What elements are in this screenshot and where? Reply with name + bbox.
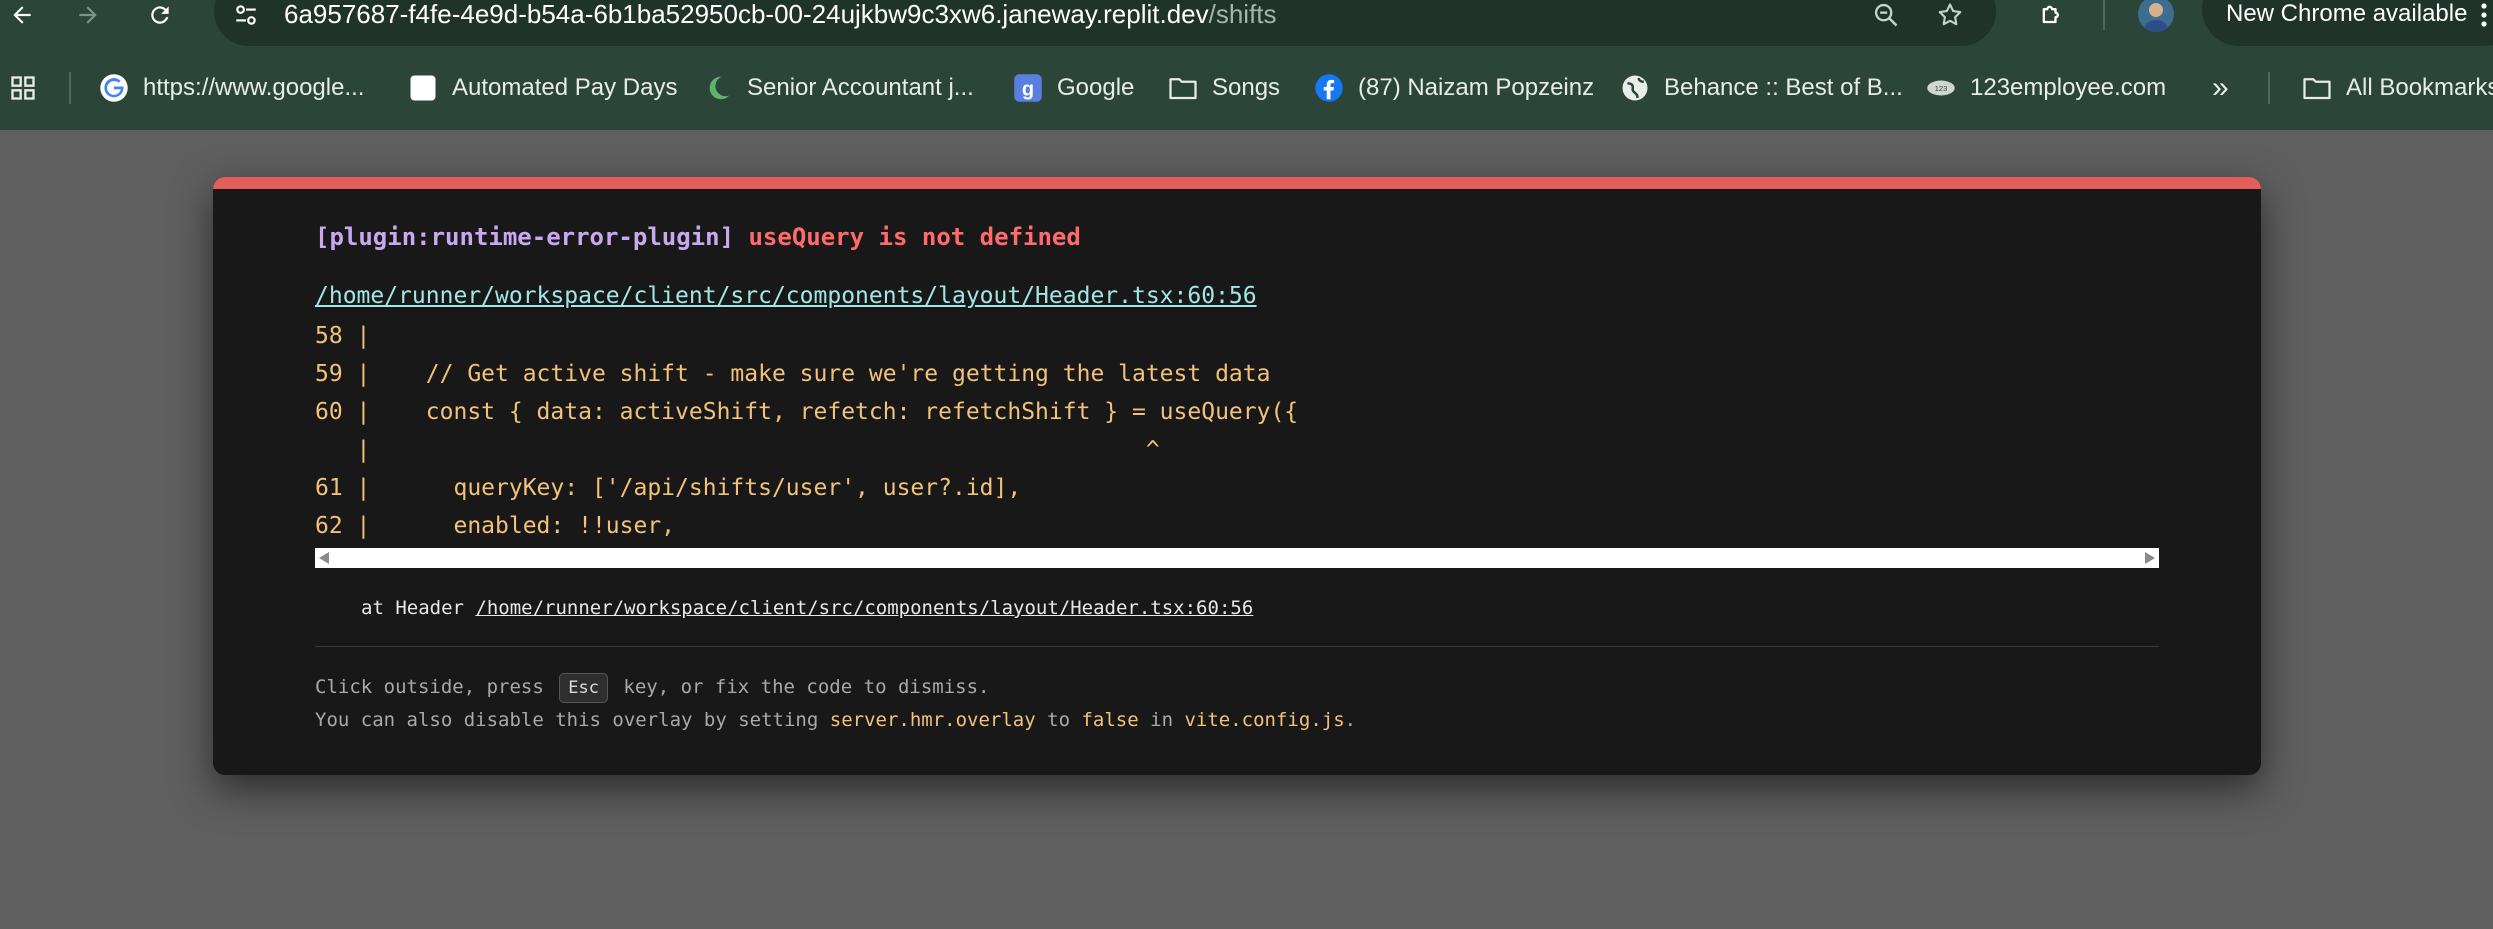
- bookmark-label: Senior Accountant j...: [747, 74, 974, 101]
- folder-icon: [2302, 73, 2332, 103]
- more-bookmarks-button[interactable]: »: [2212, 64, 2229, 112]
- stack-prefix: at Header: [361, 597, 464, 619]
- bookmark-label: Songs: [1212, 74, 1281, 101]
- browser-chrome: 6a957687-f4fe-4e9d-b54a-6b1ba52950cb-00-…: [0, 0, 2493, 130]
- folder-icon: [1168, 73, 1198, 103]
- star-icon: [1938, 3, 1962, 26]
- svg-text:g: g: [1022, 79, 1034, 101]
- bookmark-automated-pay-days[interactable]: Automated Pay Days: [408, 64, 677, 112]
- bookmark-label: Google: [1057, 74, 1135, 101]
- scroll-right-icon[interactable]: [2145, 552, 2155, 564]
- bookmark-label: (87) Naizam Popzeinz: [1358, 74, 1595, 101]
- google-icon: [99, 73, 129, 103]
- error-file-link[interactable]: /home/runner/workspace/client/src/compon…: [315, 283, 1257, 309]
- code-line: 58 |: [315, 323, 371, 349]
- forward-arrow-icon: [79, 6, 97, 24]
- svg-text:123: 123: [1935, 84, 1948, 93]
- bookmark-label: 123employee.com: [1970, 74, 2167, 101]
- toolbar-separator: [2103, 0, 2105, 30]
- bookmark-label: Automated Pay Days: [452, 74, 678, 101]
- bookmark-behance[interactable]: Behance :: Best of B...: [1620, 64, 1903, 112]
- forward-button[interactable]: [66, 0, 110, 30]
- bookmark-senior-accountant[interactable]: Senior Accountant j...: [703, 64, 974, 112]
- code-line: | ^: [315, 437, 1160, 463]
- bookmark-123employee[interactable]: 123 123employee.com: [1926, 64, 2166, 112]
- reload-button[interactable]: [138, 0, 182, 30]
- config-value: false: [1081, 709, 1139, 731]
- overlay-divider: [315, 646, 2159, 647]
- bookmark-songs[interactable]: Songs: [1168, 64, 1280, 112]
- bookmark-label: All Bookmarks: [2346, 74, 2493, 101]
- tip-text: to: [1047, 709, 1071, 731]
- bookmarks-separator: [2268, 72, 2270, 104]
- code-frame: 58 | 59 | // Get active shift - make sur…: [315, 317, 2159, 545]
- bookmark-google[interactable]: g Google: [1013, 64, 1134, 112]
- tip-text: Click outside, press: [315, 676, 544, 698]
- all-bookmarks-button[interactable]: All Bookmarks: [2302, 64, 2493, 112]
- error-overlay[interactable]: [plugin:runtime-error-plugin] useQuery i…: [213, 177, 2261, 775]
- more-vert-icon: [2480, 3, 2487, 27]
- code-line: 59 | // Get active shift - make sure we'…: [315, 361, 1271, 387]
- apps-grid-icon: [8, 73, 38, 103]
- url-path: /shifts: [1208, 0, 1277, 29]
- error-message: useQuery is not defined: [748, 223, 1081, 251]
- chrome-menu-button[interactable]: [2474, 0, 2493, 30]
- tip-text: You can also disable this overlay by set…: [315, 709, 819, 731]
- overlay-accent-bar: [213, 177, 2261, 189]
- navigation-bar: 6a957687-f4fe-4e9d-b54a-6b1ba52950cb-00-…: [0, 0, 2493, 46]
- moon-icon: [703, 73, 733, 103]
- error-title: [plugin:runtime-error-plugin] useQuery i…: [315, 223, 1081, 251]
- code-line: 62 | enabled: !!user,: [315, 513, 676, 539]
- reload-icon: [151, 6, 169, 24]
- code-line: 61 | queryKey: ['/api/shifts/user', user…: [315, 475, 1022, 501]
- back-button[interactable]: [0, 0, 44, 30]
- tune-icon: [236, 5, 256, 25]
- url-host: 6a957687-f4fe-4e9d-b54a-6b1ba52950cb-00-…: [284, 0, 1209, 29]
- scroll-left-icon[interactable]: [319, 552, 329, 564]
- extensions-button[interactable]: [2030, 0, 2074, 30]
- dismiss-tip: Click outside, press Esc key, or fix the…: [315, 673, 989, 703]
- person-icon: [2143, 3, 2169, 32]
- stack-file-link[interactable]: /home/runner/workspace/client/src/compon…: [475, 597, 1253, 619]
- tip-text: in: [1150, 709, 1174, 731]
- error-plugin: [plugin:runtime-error-plugin]: [315, 223, 735, 251]
- config-key: server.hmr.overlay: [829, 709, 1036, 731]
- zoom-button[interactable]: [1866, 0, 1906, 30]
- bookmark-star-button[interactable]: [1930, 0, 1970, 30]
- stack-trace: at Header /home/runner/workspace/client/…: [361, 597, 1253, 619]
- tip-text: .: [1344, 709, 1357, 731]
- profile-avatar[interactable]: [2138, 0, 2174, 32]
- tip-text: key, or fix the code to dismiss.: [623, 676, 990, 698]
- globe-icon: [1620, 73, 1650, 103]
- bookmarks-separator: [69, 72, 71, 104]
- bookmark-facebook[interactable]: (87) Naizam Popzeinz: [1314, 64, 1594, 112]
- config-file: vite.config.js: [1184, 709, 1345, 731]
- page-icon: [408, 73, 438, 103]
- chevron-double-right-icon: »: [2212, 71, 2229, 104]
- bookmark-google-search[interactable]: https://www.google...: [99, 64, 364, 112]
- facebook-icon: [1314, 73, 1344, 103]
- code-line: 60 | const { data: activeShift, refetch:…: [315, 399, 1299, 425]
- esc-key-badge: Esc: [559, 673, 608, 703]
- cloud-icon: 123: [1926, 73, 1956, 103]
- update-chrome-label: New Chrome available: [2226, 0, 2468, 27]
- back-arrow-icon: [13, 6, 31, 24]
- apps-button[interactable]: [8, 64, 38, 112]
- disable-tip: You can also disable this overlay by set…: [315, 709, 1356, 731]
- google-g-icon: g: [1013, 73, 1043, 103]
- code-frame-scrollbar[interactable]: [315, 548, 2159, 568]
- puzzle-icon: [2042, 5, 2059, 24]
- url-text[interactable]: 6a957687-f4fe-4e9d-b54a-6b1ba52950cb-00-…: [284, 0, 1277, 31]
- site-info-button[interactable]: [228, 0, 264, 30]
- bookmark-label: Behance :: Best of B...: [1664, 74, 1903, 101]
- bookmark-label: https://www.google...: [143, 74, 365, 101]
- zoom-out-icon: [1874, 3, 1898, 27]
